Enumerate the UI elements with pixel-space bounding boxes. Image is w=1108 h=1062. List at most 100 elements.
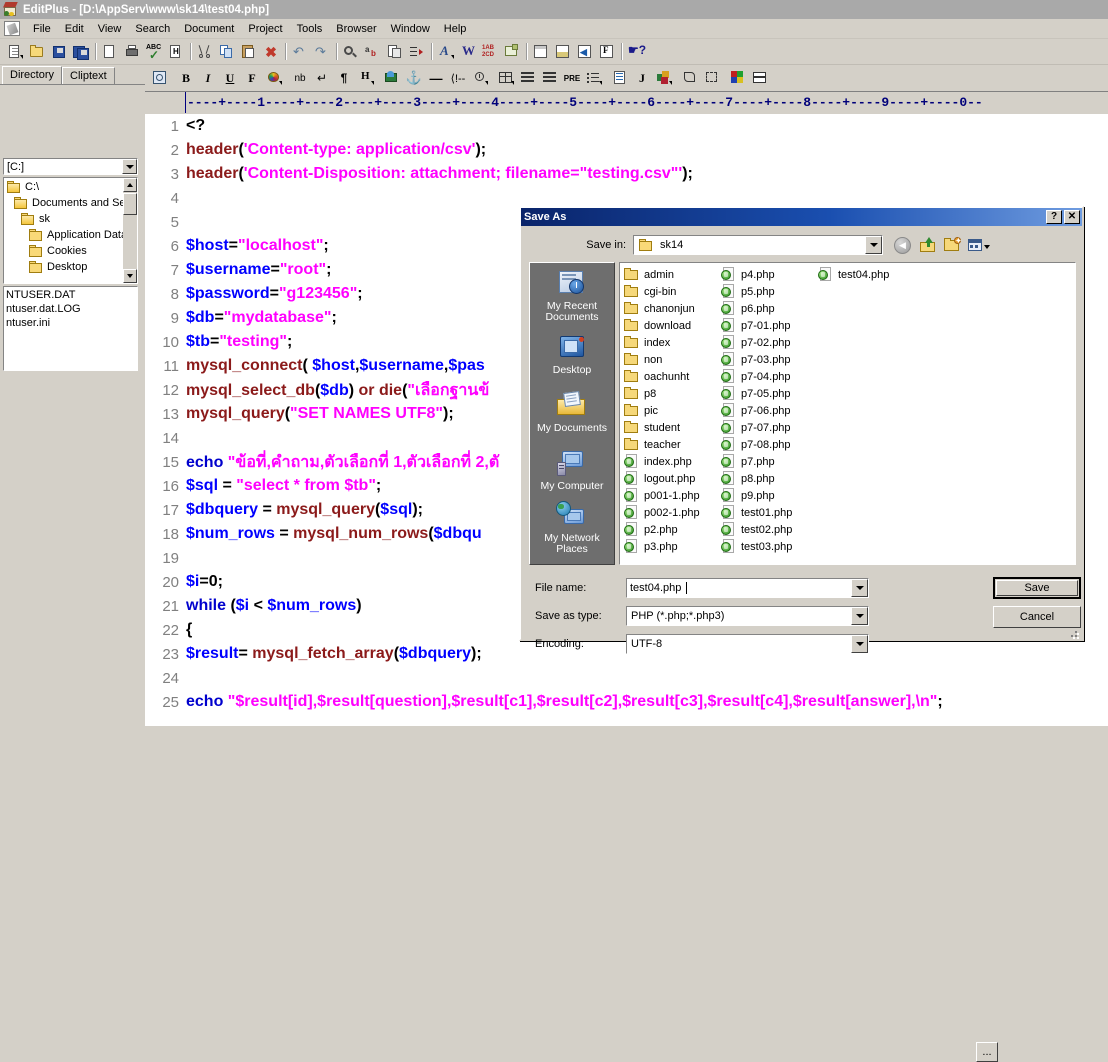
menu-file[interactable]: File [26, 21, 58, 37]
file-list-item[interactable]: p7-05.php [719, 385, 816, 402]
save-in-combo[interactable]: sk14 [633, 235, 883, 255]
font-button[interactable]: A [435, 41, 457, 62]
file-list-item[interactable]: p001-1.php [622, 487, 719, 504]
file-list-item[interactable]: p9.php [719, 487, 816, 504]
cancel-button[interactable]: Cancel [993, 606, 1081, 628]
file-list-item[interactable]: chanonjun [622, 300, 719, 317]
undo-button[interactable]: ↶ [289, 41, 311, 62]
image-button[interactable] [381, 68, 403, 89]
tree-item[interactable]: C:\ [4, 179, 124, 195]
drive-selector[interactable]: [C:] [3, 158, 138, 175]
scroll-down-button[interactable] [123, 269, 137, 283]
place-my-computer[interactable]: My Computer [530, 441, 614, 499]
file-list-item[interactable]: p2.php [622, 521, 719, 538]
paragraph-button[interactable]: ¶ [333, 68, 355, 89]
tree-item[interactable]: Desktop [4, 259, 124, 275]
html-preview-button[interactable] [149, 68, 171, 89]
frame-button[interactable] [701, 68, 723, 89]
file-list-item[interactable]: test01.php [719, 504, 816, 521]
toggle-output-button[interactable] [552, 41, 574, 62]
save-all-button[interactable] [70, 41, 92, 62]
file-list-item[interactable]: p7-06.php [719, 402, 816, 419]
replace-button[interactable]: ab [362, 41, 384, 62]
user-tools-button[interactable] [501, 41, 523, 62]
help-button[interactable]: ? [1046, 210, 1062, 224]
list-button[interactable] [583, 68, 605, 89]
underline-button[interactable]: U [219, 68, 241, 89]
delete-button[interactable]: ✖ [260, 41, 282, 62]
form-button[interactable] [609, 68, 631, 89]
place-my-recent-documents[interactable]: My RecentDocuments [530, 267, 614, 325]
print-preview-button[interactable] [99, 41, 121, 62]
code-line[interactable]: 3header('Content-Disposition: attachment… [145, 162, 1108, 186]
file-list-item[interactable]: index.php [622, 453, 719, 470]
back-arrow-icon[interactable]: ◀ [891, 235, 914, 256]
chevron-down-icon[interactable] [865, 236, 882, 254]
browser-preview-button[interactable]: ◀ [574, 41, 596, 62]
tree-item[interactable]: sk [4, 211, 124, 227]
code-line[interactable]: 1<? [145, 114, 1108, 138]
file-list-item[interactable]: p5.php [719, 283, 816, 300]
file-list-item[interactable]: p7-02.php [719, 334, 816, 351]
save-button[interactable]: Save [993, 577, 1081, 599]
table-button[interactable] [495, 68, 517, 89]
browse-encoding-button[interactable]: ... [976, 1042, 998, 1062]
file-list-item[interactable]: test03.php [719, 538, 816, 555]
print-button[interactable] [121, 41, 143, 62]
applet-button[interactable] [653, 68, 675, 89]
open-file-button[interactable] [26, 41, 48, 62]
tree-item[interactable]: Cookies [4, 243, 124, 259]
place-my-documents[interactable]: My Documents [530, 383, 614, 441]
align-right-button[interactable] [539, 68, 561, 89]
file-list-item[interactable]: p8 [622, 385, 719, 402]
file-list-item[interactable]: p7-03.php [719, 351, 816, 368]
chevron-down-icon[interactable] [851, 635, 868, 653]
new-file-button[interactable] [4, 41, 26, 62]
tree-item[interactable]: Application Data [4, 227, 124, 243]
help-context-button[interactable]: ☛? [625, 41, 647, 62]
nbsp-button[interactable]: nb [289, 68, 311, 89]
place-my-network-places[interactable]: My NetworkPlaces [530, 499, 614, 557]
place-desktop[interactable]: Desktop [530, 325, 614, 383]
line-break-button[interactable]: ↵ [311, 68, 333, 89]
file-browser-list[interactable]: admincgi-binchanonjundownloadindexnonoac… [619, 262, 1076, 565]
list-item[interactable]: ntuser.dat.LOG [6, 302, 135, 316]
tab-directory[interactable]: Directory [2, 66, 62, 84]
scroll-up-button[interactable] [123, 178, 137, 192]
code-line[interactable]: 25echo "$result[id],$result[question],$r… [145, 690, 1108, 714]
file-name-input[interactable]: test04.php [629, 582, 682, 594]
up-folder-icon[interactable] [916, 235, 939, 256]
toggle-directory-button[interactable] [530, 41, 552, 62]
list-item[interactable]: ntuser.ini [6, 316, 135, 330]
file-list-item[interactable]: logout.php [622, 470, 719, 487]
find-in-files-button[interactable] [384, 41, 406, 62]
javascript-button[interactable]: J [631, 68, 653, 89]
file-list-item[interactable]: p7-01.php [719, 317, 816, 334]
menu-browser[interactable]: Browser [329, 21, 383, 37]
find-button[interactable] [340, 41, 362, 62]
file-list-item[interactable]: p7-04.php [719, 368, 816, 385]
file-list-item[interactable]: oachunht [622, 368, 719, 385]
page-setup-button[interactable]: H [165, 41, 187, 62]
menu-window[interactable]: Window [384, 21, 437, 37]
file-list[interactable]: NTUSER.DAT ntuser.dat.LOG ntuser.ini [3, 286, 138, 371]
code-line[interactable]: 24 [145, 666, 1108, 690]
file-list-item[interactable]: pic [622, 402, 719, 419]
file-list-item[interactable]: non [622, 351, 719, 368]
new-folder-icon[interactable]: ✦ [941, 235, 964, 256]
paste-button[interactable] [238, 41, 260, 62]
menu-tools[interactable]: Tools [290, 21, 330, 37]
file-list-item[interactable]: index [622, 334, 719, 351]
list-item[interactable]: NTUSER.DAT [6, 288, 135, 302]
menu-project[interactable]: Project [241, 21, 289, 37]
chevron-down-icon[interactable] [851, 607, 868, 625]
menu-help[interactable]: Help [437, 21, 474, 37]
file-list-item[interactable]: cgi-bin [622, 283, 719, 300]
save-as-type-combo[interactable]: PHP (*.php;*.php3) [626, 606, 869, 626]
color-button[interactable] [727, 68, 749, 89]
file-list-item[interactable]: teacher [622, 436, 719, 453]
preformatted-button[interactable]: PRE [561, 68, 583, 89]
split-button[interactable] [749, 68, 771, 89]
close-icon[interactable]: ✕ [1064, 210, 1080, 224]
file-list-item[interactable]: p7-08.php [719, 436, 816, 453]
